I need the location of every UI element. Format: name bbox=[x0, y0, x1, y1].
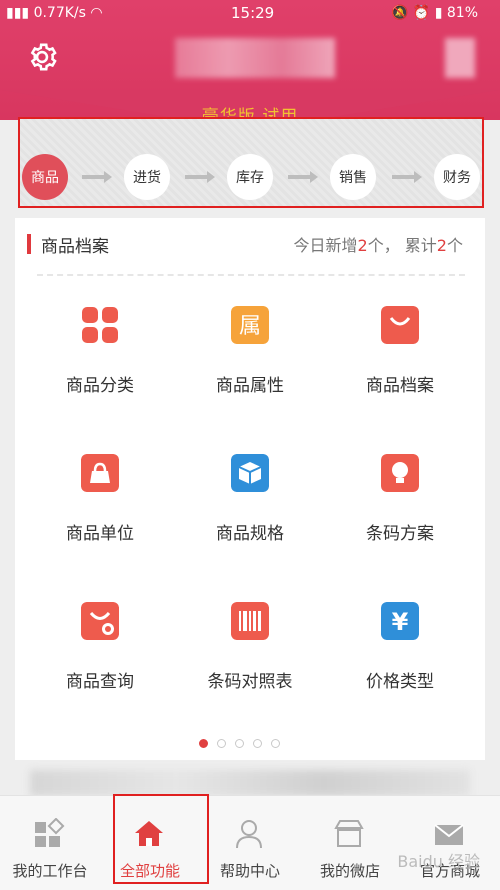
store-name-blurred bbox=[175, 38, 335, 78]
goods-archive-card: 商品档案 今日新增2个， 累计2个 商品分类 属 商品属性 商品档案 商品单位 bbox=[15, 218, 485, 760]
arrow-right-icon bbox=[82, 171, 112, 183]
grid-item-unit[interactable]: 商品单位 bbox=[25, 454, 175, 584]
tab-help-center[interactable]: 帮助中心 bbox=[200, 796, 300, 890]
box-icon bbox=[231, 454, 269, 492]
tab-label: 帮助中心 bbox=[219, 862, 280, 880]
grid-item-label: 商品单位 bbox=[66, 524, 134, 544]
lightbulb-icon bbox=[381, 454, 419, 492]
grid-item-label: 条码方案 bbox=[366, 524, 434, 544]
arrow-right-icon bbox=[185, 171, 215, 183]
mail-icon bbox=[434, 824, 464, 845]
tab-label: 我的微店 bbox=[319, 862, 380, 880]
status-bar: ▮▮▮ 0.77K/s ◠ 15:29 🔕 ⏰ ▮ 81% bbox=[0, 0, 500, 28]
tab-workbench[interactable]: 我的工作台 bbox=[0, 796, 100, 890]
grid-item-label: 商品属性 bbox=[216, 376, 284, 396]
flow-step-purchase[interactable]: 进货 bbox=[124, 154, 170, 200]
grid-item-label: 商品档案 bbox=[366, 376, 434, 396]
grid-icon bbox=[82, 307, 118, 343]
page-dot-active[interactable] bbox=[199, 739, 208, 748]
blurred-content bbox=[30, 770, 470, 796]
grid-item-archive[interactable]: 商品档案 bbox=[325, 306, 475, 436]
tab-label: 我的工作台 bbox=[12, 862, 88, 880]
clock: 15:29 bbox=[231, 4, 275, 22]
wifi-icon: ◠ bbox=[90, 5, 103, 21]
shopping-bag-icon bbox=[381, 306, 419, 344]
grid-item-label: 条码对照表 bbox=[207, 672, 293, 692]
grid-item-barcode-scheme[interactable]: 条码方案 bbox=[325, 454, 475, 584]
card-title: 商品档案 bbox=[41, 237, 109, 257]
bottom-tab-bar: 我的工作台 全部功能 帮助中心 我的微店 官方商城 bbox=[0, 795, 500, 890]
flow-step-finance[interactable]: 财务 bbox=[434, 154, 480, 200]
grid-item-price-type[interactable]: ¥ 价格类型 bbox=[325, 602, 475, 732]
header-action-blurred[interactable] bbox=[445, 38, 475, 78]
page-indicator[interactable] bbox=[199, 733, 289, 752]
tab-official-mall[interactable]: 官方商城 bbox=[400, 796, 500, 890]
signal-icon: ▮▮▮ bbox=[6, 5, 34, 21]
bag-search-icon bbox=[81, 602, 119, 640]
tab-my-store[interactable]: 我的微店 bbox=[300, 796, 400, 890]
attribute-icon: 属 bbox=[231, 306, 269, 344]
grid-item-category[interactable]: 商品分类 bbox=[25, 306, 175, 436]
grid-item-attribute[interactable]: 属 商品属性 bbox=[175, 306, 325, 436]
page-dot[interactable] bbox=[271, 739, 280, 748]
grid-item-label: 商品规格 bbox=[216, 524, 284, 544]
dashed-divider bbox=[37, 274, 465, 276]
page-dot[interactable] bbox=[253, 739, 262, 748]
status-icons: 🔕 ⏰ ▮ 81% bbox=[390, 5, 478, 21]
tab-highlight-box bbox=[113, 794, 209, 884]
flow-step-inventory[interactable]: 库存 bbox=[227, 154, 273, 200]
handbag-icon bbox=[81, 454, 119, 492]
workbench-icon bbox=[35, 818, 65, 847]
settings-gear-icon[interactable] bbox=[25, 40, 59, 74]
title-accent-bar bbox=[27, 234, 31, 254]
arrow-right-icon bbox=[392, 171, 422, 183]
grid-item-label: 价格类型 bbox=[366, 672, 434, 692]
watermark: Baidu 经验 bbox=[397, 852, 480, 871]
arrow-right-icon bbox=[288, 171, 318, 183]
page-dot[interactable] bbox=[217, 739, 226, 748]
grid-item-query[interactable]: 商品查询 bbox=[25, 602, 175, 732]
help-person-icon bbox=[236, 820, 262, 849]
business-flow: 商品 进货 库存 销售 财务 bbox=[18, 117, 484, 208]
flow-step-sales[interactable]: 销售 bbox=[330, 154, 376, 200]
yen-icon: ¥ bbox=[381, 602, 419, 640]
grid-item-spec[interactable]: 商品规格 bbox=[175, 454, 325, 584]
svg-text:¥: ¥ bbox=[392, 608, 409, 636]
svg-text:属: 属 bbox=[239, 314, 261, 339]
card-stats: 今日新增2个， 累计2个 bbox=[293, 236, 464, 255]
grid-item-label: 商品分类 bbox=[66, 376, 134, 396]
store-icon bbox=[334, 820, 364, 847]
flow-step-goods[interactable]: 商品 bbox=[22, 154, 68, 200]
grid-item-label: 商品查询 bbox=[66, 672, 134, 692]
grid-item-barcode-table[interactable]: 条码对照表 bbox=[175, 602, 325, 732]
page-dot[interactable] bbox=[235, 739, 244, 748]
barcode-icon bbox=[231, 602, 269, 640]
network-speed: ▮▮▮ 0.77K/s ◠ bbox=[6, 5, 103, 21]
